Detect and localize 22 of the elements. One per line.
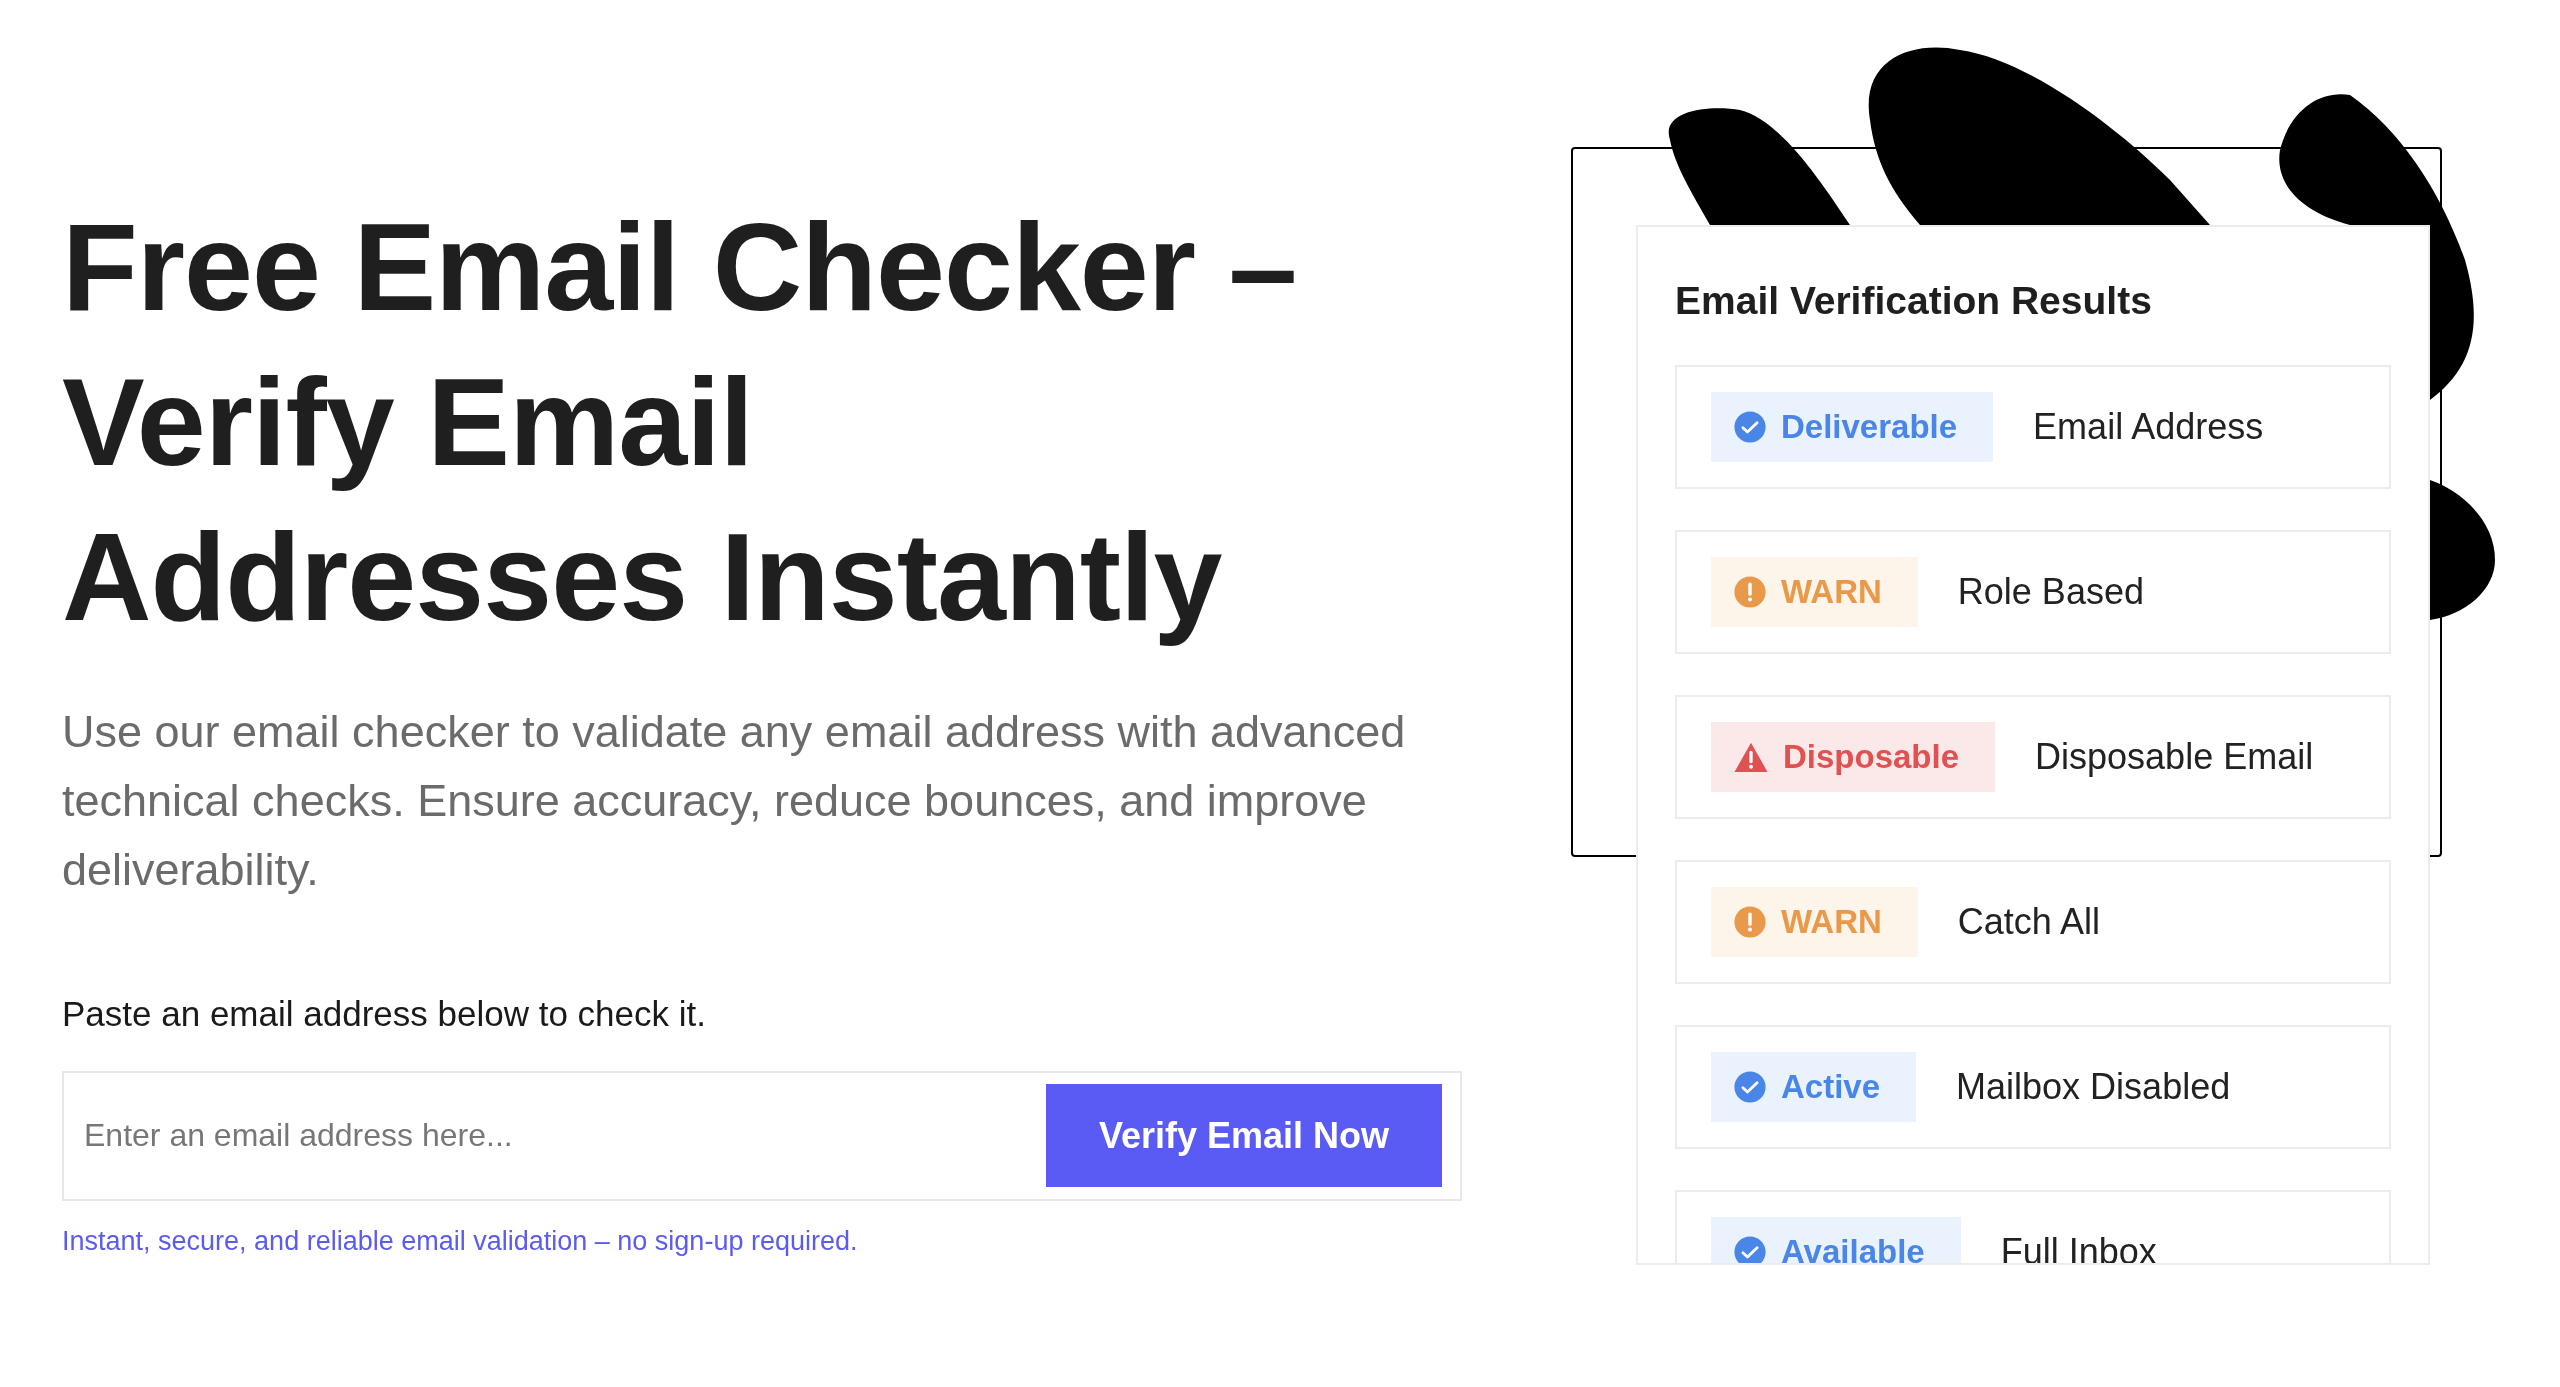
verify-email-button[interactable]: Verify Email Now: [1046, 1084, 1442, 1187]
check-circle-icon: [1733, 1069, 1767, 1104]
input-label: Paste an email address below to check it.: [62, 993, 707, 1035]
result-label: Catch All: [1957, 899, 2100, 944]
page-heading: Free Email Checker – Verify Email Addresses Instantly: [62, 197, 1298, 648]
hero-description: Use our email checker to validate any email address with advanced technical checks. Ensure accuracy, reduce bounces, and improve deliverability.: [62, 705, 1407, 897]
result-label: Mailbox Disabled: [1956, 1064, 2231, 1109]
note-text: Instant, secure, and reliable email validation – no sign-up required.: [62, 1224, 859, 1258]
result-label: Disposable Email: [2035, 734, 2314, 779]
badge-text: Disposable: [1783, 736, 1960, 777]
exclamation-circle-icon: [1733, 904, 1767, 939]
badge-text: Available: [1781, 1231, 1925, 1263]
badge-text: WARN: [1781, 571, 1882, 612]
exclamation-circle-icon: [1733, 574, 1767, 609]
email-input-field[interactable]: Enter an email address here... Verify Email Now: [62, 1070, 1462, 1201]
badge-text: Active: [1781, 1066, 1881, 1107]
badge-text: Deliverable: [1781, 406, 1958, 447]
check-circle-icon: [1733, 409, 1767, 444]
result-label: Role Based: [1957, 569, 2144, 614]
results-title: Email Verification Results: [1675, 278, 2153, 324]
result-label: Email Address: [2033, 404, 2264, 449]
badge-text: WARN: [1781, 901, 1882, 942]
